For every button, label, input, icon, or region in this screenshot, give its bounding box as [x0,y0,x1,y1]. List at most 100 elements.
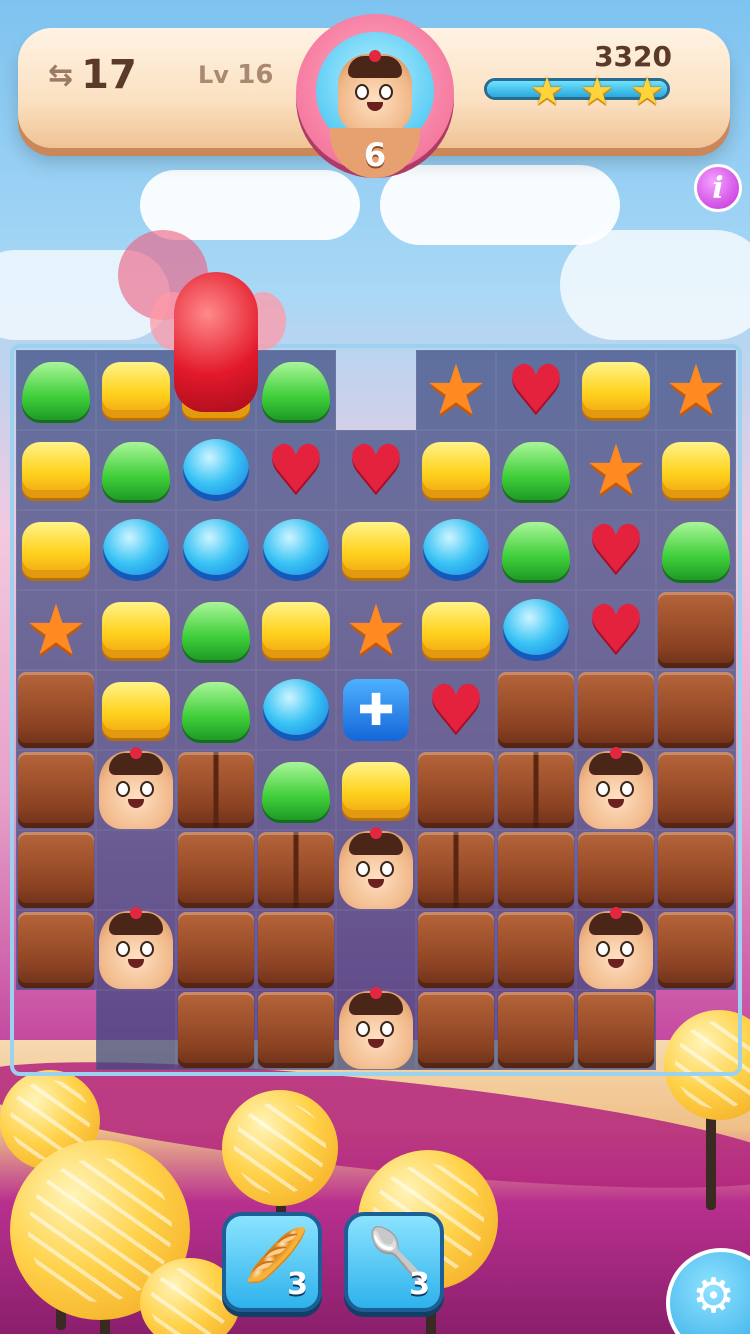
blue-macaron-tile[interactable] [257,671,335,749]
gear-icon: ⚙ [692,1268,736,1324]
cupcake-character-tile[interactable] [97,747,175,829]
chocolate-block-tile[interactable] [177,911,255,989]
chocolate-block-split-tile[interactable] [417,831,495,909]
chocolate-block-tile[interactable] [17,751,95,829]
yellow-cake-tile[interactable] [97,671,175,749]
chocolate-block-split-tile[interactable] [177,751,255,829]
chocolate-block-icon [418,752,494,828]
chocolate-block-icon [258,912,334,988]
chocolate-block-icon [18,912,94,988]
chocolate-block-icon [418,992,494,1068]
chocolate-block-tile[interactable] [657,751,735,829]
orange-star-tile[interactable]: ★ [17,591,95,669]
blue-macaron-tile[interactable] [417,511,495,589]
yellow-cake-icon [662,442,730,498]
yellow-cake-tile[interactable] [577,351,655,429]
red-heart-tile[interactable]: ♥ [577,591,655,669]
green-drop-tile[interactable] [257,351,335,429]
cupcake-character-icon [339,827,413,909]
chocolate-block-icon [498,832,574,908]
orange-star-tile[interactable]: ★ [337,591,415,669]
cupcake-character-icon [339,987,413,1069]
cupcake-character-tile[interactable] [577,907,655,989]
yellow-cake-tile[interactable] [417,591,495,669]
chocolate-block-split-tile[interactable] [257,831,335,909]
green-drop-tile[interactable] [177,591,255,669]
chocolate-block-icon [658,672,734,748]
yellow-cake-tile[interactable] [17,431,95,509]
yellow-cake-icon [102,362,170,418]
green-drop-tile[interactable] [257,751,335,829]
chocolate-block-split-icon [258,832,334,908]
chocolate-block-tile[interactable] [577,671,655,749]
cupcake-character-icon [579,747,653,829]
blue-macaron-tile[interactable] [257,511,335,589]
red-heart-tile[interactable]: ♥ [257,431,335,509]
chocolate-block-tile[interactable] [497,831,575,909]
board-cell [96,990,176,1070]
chocolate-block-tile[interactable] [177,991,255,1069]
green-drop-tile[interactable] [177,671,255,749]
chocolate-block-tile[interactable] [17,671,95,749]
yellow-cake-tile[interactable] [257,591,335,669]
cupcake-character-tile[interactable] [577,747,655,829]
chocolate-block-icon [258,992,334,1068]
blue-macaron-tile[interactable] [97,511,175,589]
yellow-cake-tile[interactable] [17,511,95,589]
chocolate-block-tile[interactable] [657,911,735,989]
chocolate-block-tile[interactable] [257,991,335,1069]
chocolate-block-icon [658,912,734,988]
chocolate-block-tile[interactable] [17,831,95,909]
chocolate-block-icon [18,672,94,748]
yellow-cake-tile[interactable] [337,751,415,829]
chocolate-block-tile[interactable] [417,751,495,829]
yellow-cake-tile[interactable] [97,591,175,669]
chocolate-block-tile[interactable] [417,991,495,1069]
board-cell [96,830,176,910]
blue-macaron-tile[interactable] [497,591,575,669]
yellow-cake-tile[interactable] [337,511,415,589]
chocolate-block-icon [498,672,574,748]
chocolate-block-icon [658,832,734,908]
yellow-cake-tile[interactable] [657,431,735,509]
chocolate-block-tile[interactable] [497,991,575,1069]
cupcake-character-tile[interactable] [97,907,175,989]
chocolate-block-tile[interactable] [497,671,575,749]
blue-gift-box-tile[interactable]: ✚ [337,671,415,749]
cupcake-character-icon [579,907,653,989]
cupcake-character-tile[interactable] [337,827,415,909]
chocolate-block-tile[interactable] [657,591,735,669]
chocolate-block-tile[interactable] [497,911,575,989]
red-heart-tile[interactable]: ♥ [497,351,575,429]
blue-macaron-tile[interactable] [177,511,255,589]
chocolate-block-tile[interactable] [177,831,255,909]
chocolate-block-tile[interactable] [257,911,335,989]
chocolate-block-tile[interactable] [657,831,735,909]
chocolate-block-icon [498,992,574,1068]
booster-spoon-button[interactable]: 🥄 3 [344,1212,444,1312]
chocolate-block-tile[interactable] [577,991,655,1069]
red-heart-tile[interactable]: ♥ [577,511,655,589]
chocolate-block-split-tile[interactable] [497,751,575,829]
cupcake-character-tile[interactable] [337,987,415,1069]
chocolate-block-tile[interactable] [417,911,495,989]
yellow-cake-icon [582,362,650,418]
green-drop-tile[interactable] [17,351,95,429]
yellow-cake-tile[interactable] [417,431,495,509]
orange-star-tile[interactable]: ★ [657,351,735,429]
yellow-cake-icon [262,602,330,658]
yellow-cake-tile[interactable] [97,351,175,429]
booster-rolling-pin-button[interactable]: 🥖 3 [222,1212,322,1312]
red-heart-tile[interactable]: ♥ [337,431,415,509]
chocolate-block-tile[interactable] [577,831,655,909]
green-drop-tile[interactable] [497,511,575,589]
blue-macaron-tile[interactable] [177,431,255,509]
green-drop-tile[interactable] [657,511,735,589]
orange-star-tile[interactable]: ★ [577,431,655,509]
chocolate-block-tile[interactable] [657,671,735,749]
green-drop-tile[interactable] [97,431,175,509]
green-drop-tile[interactable] [497,431,575,509]
chocolate-block-tile[interactable] [17,911,95,989]
red-heart-tile[interactable]: ♥ [417,671,495,749]
orange-star-tile[interactable]: ★ [417,351,495,429]
